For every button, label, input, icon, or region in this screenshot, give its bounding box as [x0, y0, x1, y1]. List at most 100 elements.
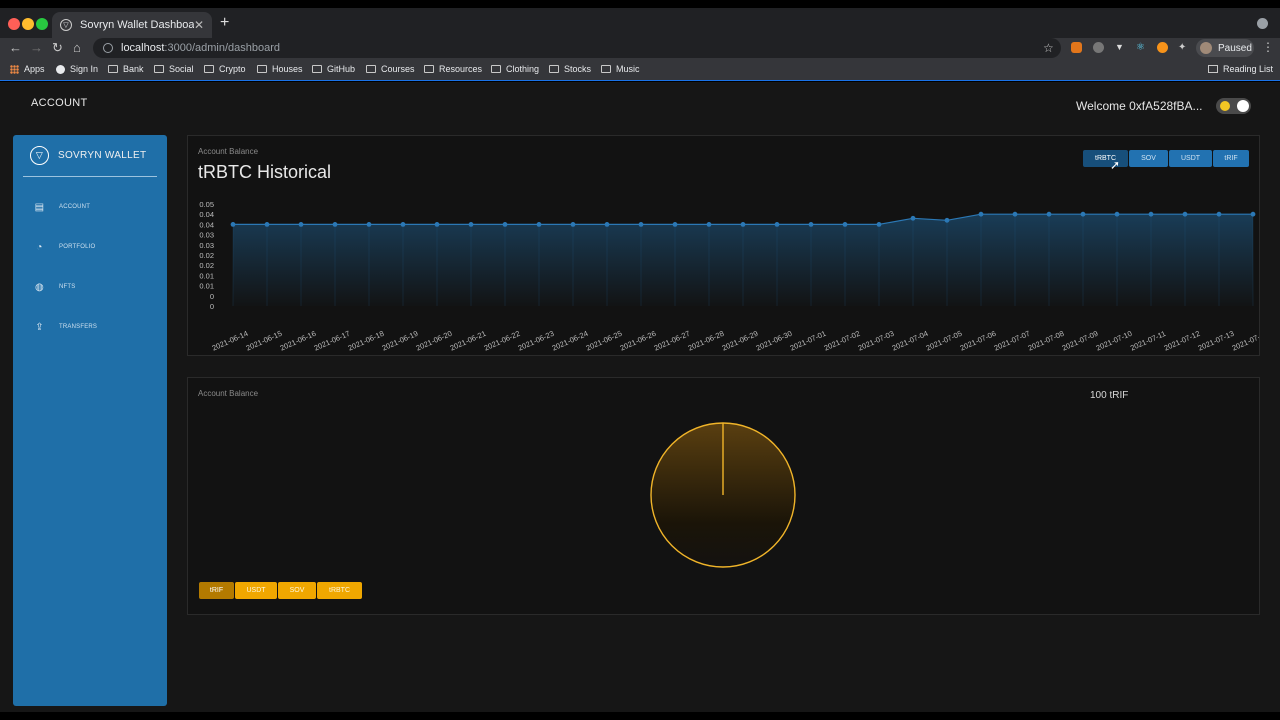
reading-list-button[interactable]: Reading List	[1208, 64, 1273, 74]
close-window-icon[interactable]	[8, 18, 20, 30]
minimize-window-icon[interactable]	[22, 18, 34, 30]
tab-search-icon[interactable]	[1257, 18, 1268, 29]
close-tab-icon[interactable]: ✕	[194, 18, 204, 32]
data-point[interactable]	[570, 222, 576, 227]
kebab-menu-icon[interactable]: ⋮	[1262, 40, 1274, 54]
welcome-address: Welcome 0xfA528fBA...	[1076, 99, 1203, 113]
sidebar-item-nfts[interactable]: ◍ NFTS	[33, 281, 75, 293]
data-point[interactable]	[706, 222, 712, 227]
data-point[interactable]	[1250, 211, 1256, 217]
metamask-extension-icon[interactable]	[1071, 42, 1082, 53]
extension-icon[interactable]	[1093, 42, 1104, 53]
data-point[interactable]	[1012, 211, 1018, 217]
sidebar-item-portfolio[interactable]: ◔ PORTFOLIO	[33, 241, 95, 253]
home-icon[interactable]: ⌂	[73, 40, 81, 55]
bookmark-apps[interactable]: Apps	[10, 64, 45, 74]
extension-down-icon[interactable]: ▼	[1115, 42, 1126, 53]
data-point[interactable]	[740, 222, 746, 227]
sidebar-brand[interactable]: ▽ SOVRYN WALLET	[30, 146, 146, 165]
pie-token-button-sov[interactable]: SOV	[278, 582, 316, 599]
data-point[interactable]	[1148, 211, 1154, 217]
maximize-window-icon[interactable]	[36, 18, 48, 30]
x-tick-label: 2021-06-23	[517, 329, 556, 353]
data-point[interactable]	[1080, 211, 1086, 217]
data-point[interactable]	[434, 222, 440, 227]
profile-button[interactable]: Paused	[1196, 39, 1254, 57]
x-tick-label: 2021-06-15	[245, 329, 284, 353]
bookmark-resources[interactable]: Resources	[424, 64, 482, 74]
browser-tab[interactable]: ▽ Sovryn Wallet Dashboard ✕	[52, 12, 212, 38]
back-arrow-icon[interactable]: ←	[9, 40, 22, 55]
portfolio-pie-chart	[650, 422, 796, 568]
data-point[interactable]	[264, 222, 270, 227]
data-point[interactable]	[332, 222, 338, 227]
balance-line-chart: 0.050.040.040.030.030.020.020.010.0100 2…	[199, 200, 1259, 353]
data-point[interactable]	[842, 222, 848, 227]
x-tick-label: 2021-06-30	[755, 329, 794, 353]
pie-token-button-trbtc[interactable]: tRBTC	[317, 582, 362, 599]
site-info-icon[interactable]	[103, 43, 113, 53]
x-tick-label: 2021-07-13	[1197, 329, 1236, 353]
x-tick-label: 2021-07-05	[925, 329, 964, 353]
data-point[interactable]	[230, 222, 236, 227]
reload-icon[interactable]: ↻	[52, 40, 63, 56]
x-tick-label: 2021-06-25	[585, 329, 624, 353]
y-tick-label: 0.04	[199, 210, 214, 219]
x-tick-label: 2021-06-27	[653, 329, 692, 353]
app-viewport: ACCOUNT Welcome 0xfA528fBA... ▽ SOVRYN W…	[0, 82, 1280, 712]
data-point[interactable]	[876, 222, 882, 227]
sidebar-item-account[interactable]: ▤ ACCOUNT	[33, 201, 90, 213]
data-point[interactable]	[808, 222, 814, 227]
data-point[interactable]	[978, 211, 984, 217]
data-point[interactable]	[366, 222, 372, 227]
x-tick-label: 2021-06-24	[551, 329, 590, 353]
data-point[interactable]	[774, 222, 780, 227]
data-point[interactable]	[502, 222, 508, 227]
bookmark-houses[interactable]: Houses	[257, 64, 303, 74]
bookmark-sign-in[interactable]: Sign In	[56, 64, 98, 74]
bookmark-crypto[interactable]: Crypto	[204, 64, 246, 74]
data-point[interactable]	[910, 215, 916, 221]
upload-icon: ⇪	[35, 321, 44, 333]
data-point[interactable]	[1046, 211, 1052, 217]
data-point[interactable]	[638, 222, 644, 227]
forward-arrow-icon[interactable]: →	[30, 40, 43, 55]
folder-icon	[601, 65, 611, 73]
url-field[interactable]: localhost:3000/admin/dashboard	[93, 38, 1061, 58]
react-devtools-icon[interactable]: ⚛	[1136, 42, 1147, 53]
bookmark-github[interactable]: GitHub	[312, 64, 355, 74]
sidebar-item-transfers[interactable]: ⇪ TRANSFERS	[33, 321, 97, 333]
data-point[interactable]	[1216, 211, 1222, 217]
new-tab-icon[interactable]: +	[220, 14, 229, 32]
pie-token-button-trif[interactable]: tRIF	[199, 582, 234, 599]
y-tick-label: 0.04	[199, 220, 214, 229]
avatar	[1200, 42, 1212, 54]
bitcoin-extension-icon[interactable]	[1157, 42, 1168, 53]
x-tick-label: 2021-06-17	[313, 329, 352, 353]
pie-token-button-usdt[interactable]: USDT	[235, 582, 277, 599]
bookmark-courses[interactable]: Courses	[366, 64, 415, 74]
divider	[23, 176, 157, 177]
bookmark-social[interactable]: Social	[154, 64, 194, 74]
data-point[interactable]	[298, 222, 304, 227]
theme-toggle[interactable]	[1216, 98, 1251, 114]
bookmark-bank[interactable]: Bank	[108, 64, 144, 74]
data-point[interactable]	[1114, 211, 1120, 217]
x-tick-label: 2021-07-07	[993, 329, 1032, 353]
puzzle-extensions-icon[interactable]: ✦	[1178, 42, 1189, 53]
bookmark-music[interactable]: Music	[601, 64, 640, 74]
brand-name: SOVRYN WALLET	[58, 150, 147, 161]
data-point[interactable]	[536, 222, 542, 227]
data-point[interactable]	[400, 222, 406, 227]
y-tick-label: 0	[210, 302, 214, 311]
data-point[interactable]	[468, 222, 474, 227]
bookmark-clothing[interactable]: Clothing	[491, 64, 539, 74]
data-point[interactable]	[604, 222, 610, 227]
portfolio-card: Account Balance 100 tRIF tRIF USDT SOV t…	[187, 377, 1260, 615]
bookmark-star-icon[interactable]: ☆	[1043, 41, 1054, 55]
data-point[interactable]	[944, 217, 950, 223]
data-point[interactable]	[672, 222, 678, 227]
bookmark-stocks[interactable]: Stocks	[549, 64, 591, 74]
data-point[interactable]	[1182, 211, 1188, 217]
x-tick-label: 2021-07-09	[1061, 329, 1100, 353]
